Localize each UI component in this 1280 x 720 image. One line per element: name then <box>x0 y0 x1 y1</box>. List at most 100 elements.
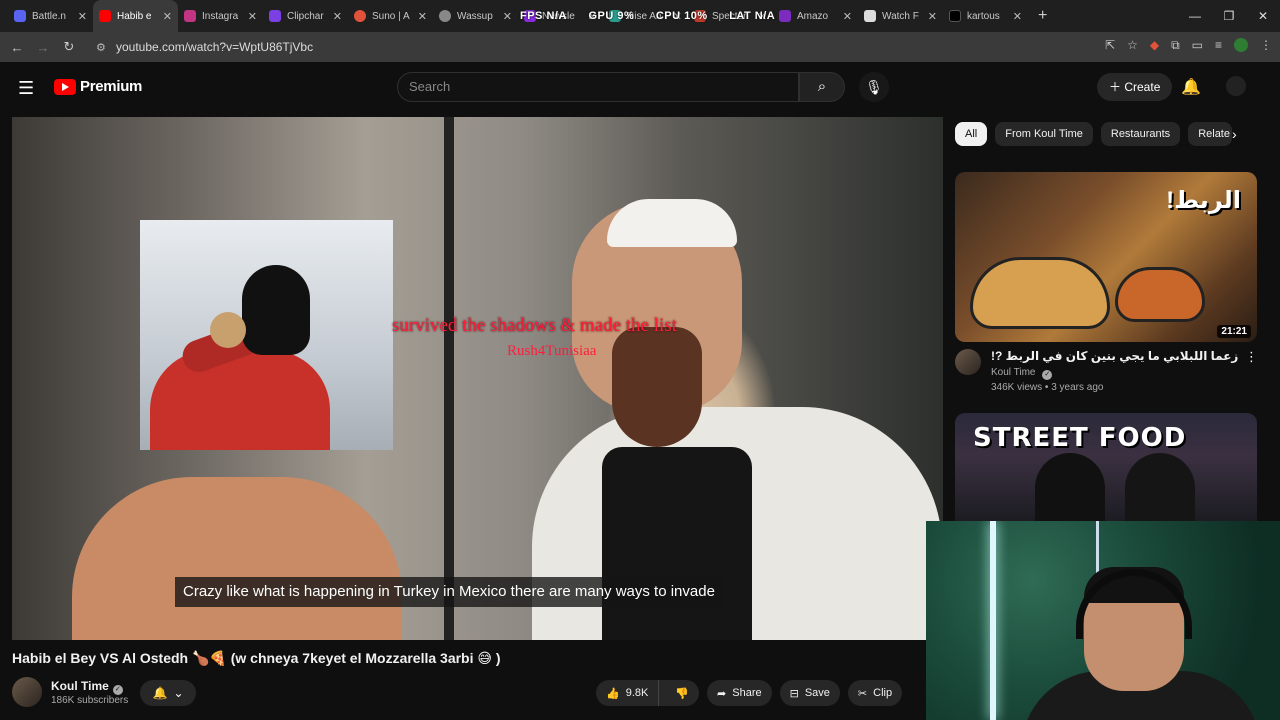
menu-hamburger-icon[interactable]: ☰ <box>18 78 34 99</box>
browser-tab[interactable]: Instagra ✕ <box>178 0 263 32</box>
video-duration: 21:21 <box>1217 325 1251 338</box>
tab-label: Clipchar <box>287 10 324 22</box>
browser-tab-active[interactable]: Habib e ✕ <box>93 0 178 32</box>
recommendation-thumbnail[interactable]: STREET FOOD <box>955 413 1257 521</box>
share-arrow-icon: ➦ <box>717 687 727 700</box>
channel-name[interactable]: Koul Time ✓ <box>51 679 123 695</box>
browser-tab[interactable]: Battle.n ✕ <box>8 0 93 32</box>
thumbs-down-icon: 👎 <box>675 687 690 700</box>
thumb-bowl-rice <box>970 257 1110 329</box>
like-count: 9.8K <box>625 687 649 699</box>
share-label: Share <box>732 687 762 699</box>
close-tab-icon[interactable]: ✕ <box>843 10 852 23</box>
new-tab-button[interactable]: + <box>1038 7 1047 25</box>
channel-name-text: Koul Time <box>51 679 109 693</box>
clip-button[interactable]: ✂ Clip <box>847 680 903 706</box>
browser-tab[interactable]: Wassup ✕ <box>433 0 518 32</box>
streamer-webcam-overlay <box>926 521 1280 720</box>
bookmark-icon: ⊟ <box>789 687 799 700</box>
stream-alert-username: Rush4Tunisiaa <box>507 343 597 359</box>
save-button[interactable]: ⊟ Save <box>779 680 840 706</box>
forward-icon[interactable]: → <box>30 40 56 55</box>
share-button[interactable]: ➦ Share <box>707 680 772 706</box>
close-tab-icon[interactable]: ✕ <box>248 10 257 23</box>
chip-all[interactable]: All <box>955 122 988 146</box>
chevron-down-icon: ⌄ <box>173 686 184 700</box>
browser-tab[interactable]: kartous ✕ <box>943 0 1028 32</box>
clip-label: Clip <box>873 687 893 699</box>
close-tab-icon[interactable]: ✕ <box>333 10 342 23</box>
profile-avatar-icon[interactable] <box>1234 38 1248 52</box>
video-apron <box>602 447 752 640</box>
create-button[interactable]: ＋ Create <box>1097 73 1173 101</box>
extensions-puzzle-icon[interactable]: ⧉ <box>1171 38 1180 53</box>
verified-check-icon: ✓ <box>1042 370 1053 380</box>
recommendation-age: 3 years ago <box>1051 382 1104 393</box>
tab-favicon-icon <box>354 10 366 22</box>
video-title: Habib el Bey VS Al Ostedh 🍗🍕 (w chneya 7… <box>12 650 501 666</box>
recommendation-thumbnail[interactable]: !الربط 21:21 <box>955 172 1257 342</box>
close-tab-icon[interactable]: ✕ <box>928 10 937 23</box>
chip-related[interactable]: Relate <box>1188 122 1232 146</box>
search-button[interactable]: ⌕ <box>799 72 845 102</box>
thumbnail-text: STREET FOOD <box>973 423 1187 453</box>
plus-icon: ＋ <box>1109 80 1125 94</box>
tab-favicon-icon <box>439 10 451 22</box>
close-tab-icon[interactable]: ✕ <box>163 10 172 23</box>
window-controls: — ❐ ✕ <box>1178 0 1280 32</box>
browser-tab[interactable]: Clipchar ✕ <box>263 0 348 32</box>
install-app-icon[interactable]: ⇱ <box>1105 38 1115 53</box>
reload-icon[interactable]: ↻ <box>56 39 82 55</box>
maximize-icon[interactable]: ❐ <box>1212 9 1246 23</box>
recommendation-title[interactable]: زعما اللبلابي ما يجي بنين كان في الربط ?… <box>991 349 1238 363</box>
close-tab-icon[interactable]: ✕ <box>78 10 87 23</box>
youtube-premium-logo[interactable]: Premium <box>54 78 142 95</box>
recommendation-channel-text: Koul Time <box>991 367 1036 378</box>
verified-check-icon: ✓ <box>112 685 123 695</box>
tab-label: Battle.n <box>32 10 66 22</box>
more-options-icon[interactable]: ⋮ <box>1245 349 1258 365</box>
account-avatar[interactable] <box>1226 76 1246 96</box>
tab-label: Wassup <box>457 10 493 22</box>
close-tab-icon[interactable]: ✕ <box>418 10 427 23</box>
channel-avatar[interactable] <box>12 677 42 707</box>
selfie-stick <box>444 117 454 640</box>
bell-ringing-icon: 🔔 <box>152 686 168 700</box>
create-label: Create <box>1124 80 1161 94</box>
filter-chips: All From Koul Time Restaurants Relate <box>955 122 1232 146</box>
extension-brave-icon[interactable]: ◆ <box>1150 38 1159 53</box>
site-info-icon[interactable]: ⚙ <box>96 41 106 54</box>
dislike-button[interactable]: 👎 <box>665 687 699 700</box>
address-bar-row: ← → ↻ ⚙ youtube.com/watch?v=WptU86TjVbc … <box>0 32 1280 62</box>
browser-tab[interactable]: Suno | A ✕ <box>348 0 433 32</box>
like-button[interactable]: 👍 9.8K <box>596 680 660 706</box>
voice-search-button[interactable]: 🎙 <box>859 72 889 102</box>
media-controls-icon[interactable]: ≡ <box>1215 38 1222 53</box>
stream-alert-inset <box>140 220 393 450</box>
browser-tab[interactable]: Watch F ✕ <box>858 0 943 32</box>
recommendation-meta: 346K views • 3 years ago <box>991 382 1104 393</box>
browser-menu-icon[interactable]: ⋮ <box>1260 38 1272 53</box>
subscribed-button[interactable]: 🔔 ⌄ <box>140 680 196 706</box>
chip-restaurants[interactable]: Restaurants <box>1100 122 1181 146</box>
minimize-icon[interactable]: — <box>1178 9 1212 23</box>
recommendation-channel[interactable]: Koul Time ✓ <box>991 367 1053 380</box>
close-window-icon[interactable]: ✕ <box>1246 9 1280 23</box>
tab-label: Instagra <box>202 10 239 22</box>
thumbnail-text: !الربط <box>1166 187 1241 214</box>
close-tab-icon[interactable]: ✕ <box>1013 10 1022 23</box>
recommendation-channel-avatar[interactable] <box>955 349 981 375</box>
back-icon[interactable]: ← <box>4 40 30 55</box>
search-input[interactable]: Search <box>397 72 799 102</box>
bookmark-star-icon[interactable]: ☆ <box>1127 38 1138 53</box>
chevron-right-icon[interactable]: › <box>1232 126 1237 142</box>
video-player[interactable]: survived the shadows & made the list Rus… <box>12 117 943 640</box>
tab-label: kartous <box>967 10 1000 22</box>
chip-from-channel[interactable]: From Koul Time <box>995 122 1093 146</box>
sidebar-icon[interactable]: ▭ <box>1192 38 1203 53</box>
video-person-left <box>72 477 402 640</box>
notifications-bell-icon[interactable]: 🔔 <box>1181 77 1201 97</box>
url-field[interactable]: ⚙ youtube.com/watch?v=WptU86TjVbc <box>92 35 1280 59</box>
latency-stat: LAT N/A <box>729 10 776 22</box>
close-tab-icon[interactable]: ✕ <box>503 10 512 23</box>
